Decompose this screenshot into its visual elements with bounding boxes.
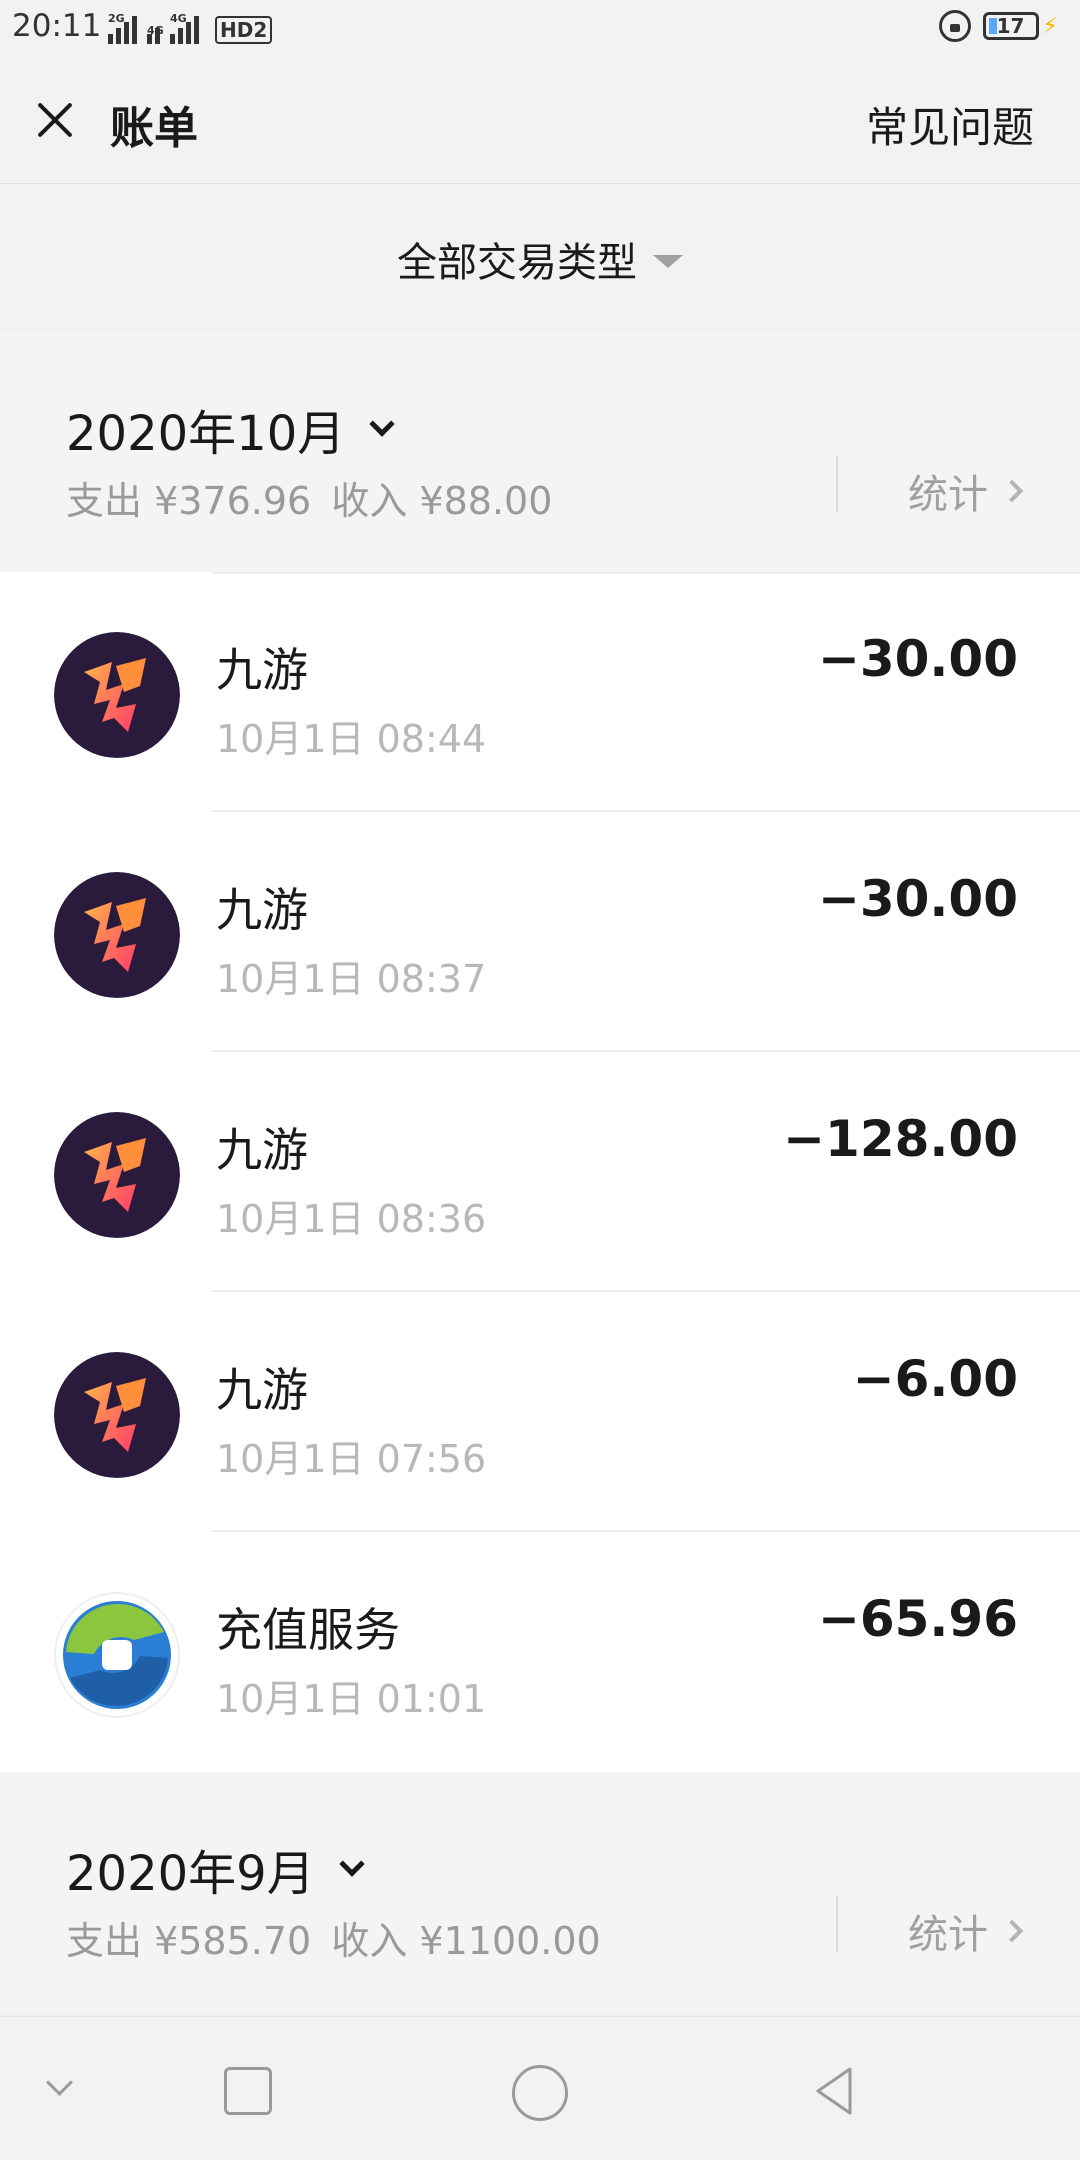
transaction-time: 10月1日 08:37 (216, 957, 487, 1001)
stats-button[interactable]: 统计 (908, 462, 1024, 520)
hd-voice-icon: HD2 (215, 16, 273, 44)
signal-4g-icon: 4G (147, 24, 164, 44)
transaction-amount: −6.00 (852, 1350, 1018, 1408)
signal-indicators: 2G 4G 4G HD2 (108, 12, 273, 44)
recharge-logo-icon (54, 1592, 180, 1718)
month-header-october: 2020年10月 支出 ¥376.96 收入 ¥88.00 统计 (0, 332, 1080, 572)
month-summary: 支出 ¥376.96 收入 ¥88.00 (66, 470, 560, 525)
jiuyou-logo-icon (54, 632, 180, 758)
transaction-time: 10月1日 08:44 (216, 717, 487, 761)
month-income: 收入 ¥88.00 (331, 479, 553, 523)
jiuyou-logo-icon (54, 1112, 180, 1238)
transaction-row[interactable]: 九游 10月1日 08:37 −30.00 (0, 812, 1080, 1052)
transaction-row[interactable]: 九游 10月1日 07:56 −6.00 (0, 1292, 1080, 1532)
jiuyou-logo-icon (54, 1352, 180, 1478)
caret-down-icon (653, 254, 683, 268)
home-icon[interactable] (510, 2061, 570, 2121)
transaction-name: 九游 (216, 883, 308, 937)
transaction-amount: −65.96 (817, 1590, 1018, 1648)
status-bar: 20:11 2G 4G 4G HD2 17 ⚡ (0, 0, 1080, 56)
stats-button[interactable]: 统计 (908, 1902, 1024, 1960)
close-icon[interactable] (34, 99, 76, 141)
month-selector[interactable]: 2020年9月 (66, 1834, 365, 1904)
month-expense: 支出 ¥376.96 (66, 479, 312, 523)
transaction-row[interactable]: 充值服务 10月1日 01:01 −65.96 (0, 1532, 1080, 1772)
chevron-down-icon (338, 1851, 365, 1877)
jiuyou-logo-icon (54, 872, 180, 998)
rotation-lock-icon (938, 10, 971, 42)
signal-4g-icon: 4G (170, 12, 199, 44)
transaction-amount: −128.00 (783, 1110, 1018, 1168)
transaction-name: 九游 (216, 1363, 308, 1417)
filter-label: 全部交易类型 (397, 240, 637, 286)
chevron-down-icon (369, 411, 395, 437)
month-title: 2020年9月 (66, 1846, 315, 1902)
hide-nav-icon[interactable] (30, 2061, 90, 2121)
transaction-row[interactable]: 九游 10月1日 08:44 −30.00 (0, 572, 1080, 812)
signal-2g-icon: 2G (108, 12, 137, 44)
stats-label: 统计 (908, 1912, 988, 1958)
transaction-amount: −30.00 (817, 870, 1018, 928)
recent-apps-icon[interactable] (222, 2061, 282, 2121)
month-income: 收入 ¥1100.00 (331, 1919, 601, 1963)
system-navigation-bar (0, 2016, 1080, 2160)
stats-label: 统计 (908, 472, 988, 518)
faq-button[interactable]: 常见问题 (866, 94, 1034, 155)
transaction-row[interactable]: 九游 10月1日 08:36 −128.00 (0, 1052, 1080, 1292)
transaction-time: 10月1日 08:36 (216, 1197, 487, 1241)
transaction-list: 九游 10月1日 08:44 −30.00 九游 10月1日 08:37 −30… (0, 572, 1080, 1772)
status-right: 17 ⚡ (938, 10, 1058, 42)
battery-icon: 17 (982, 12, 1039, 40)
charging-icon: ⚡ (1042, 13, 1058, 39)
stats-divider (836, 1896, 838, 1952)
month-selector[interactable]: 2020年10月 (66, 394, 395, 464)
transaction-name: 充值服务 (216, 1603, 400, 1657)
month-header-september: 2020年9月 支出 ¥585.70 收入 ¥1100.00 统计 (0, 1772, 1080, 2012)
stats-divider (836, 456, 838, 512)
month-summary: 支出 ¥585.70 收入 ¥1100.00 (66, 1910, 609, 1965)
battery-level: 17 (996, 14, 1025, 38)
transaction-type-filter[interactable]: 全部交易类型 (0, 186, 1080, 332)
page-title: 账单 (110, 103, 198, 154)
transaction-time: 10月1日 07:56 (216, 1437, 487, 1481)
transaction-name: 九游 (216, 643, 308, 697)
back-icon[interactable] (806, 2061, 866, 2121)
chevron-right-icon (1000, 1919, 1024, 1943)
app-header: 账单 常见问题 (0, 56, 1080, 184)
transaction-amount: −30.00 (817, 630, 1018, 688)
transaction-time: 10月1日 01:01 (216, 1677, 487, 1721)
chevron-right-icon (1000, 479, 1024, 503)
month-title: 2020年10月 (66, 406, 346, 462)
transaction-name: 九游 (216, 1123, 308, 1177)
status-time: 20:11 (12, 8, 102, 44)
month-expense: 支出 ¥585.70 (66, 1919, 312, 1963)
